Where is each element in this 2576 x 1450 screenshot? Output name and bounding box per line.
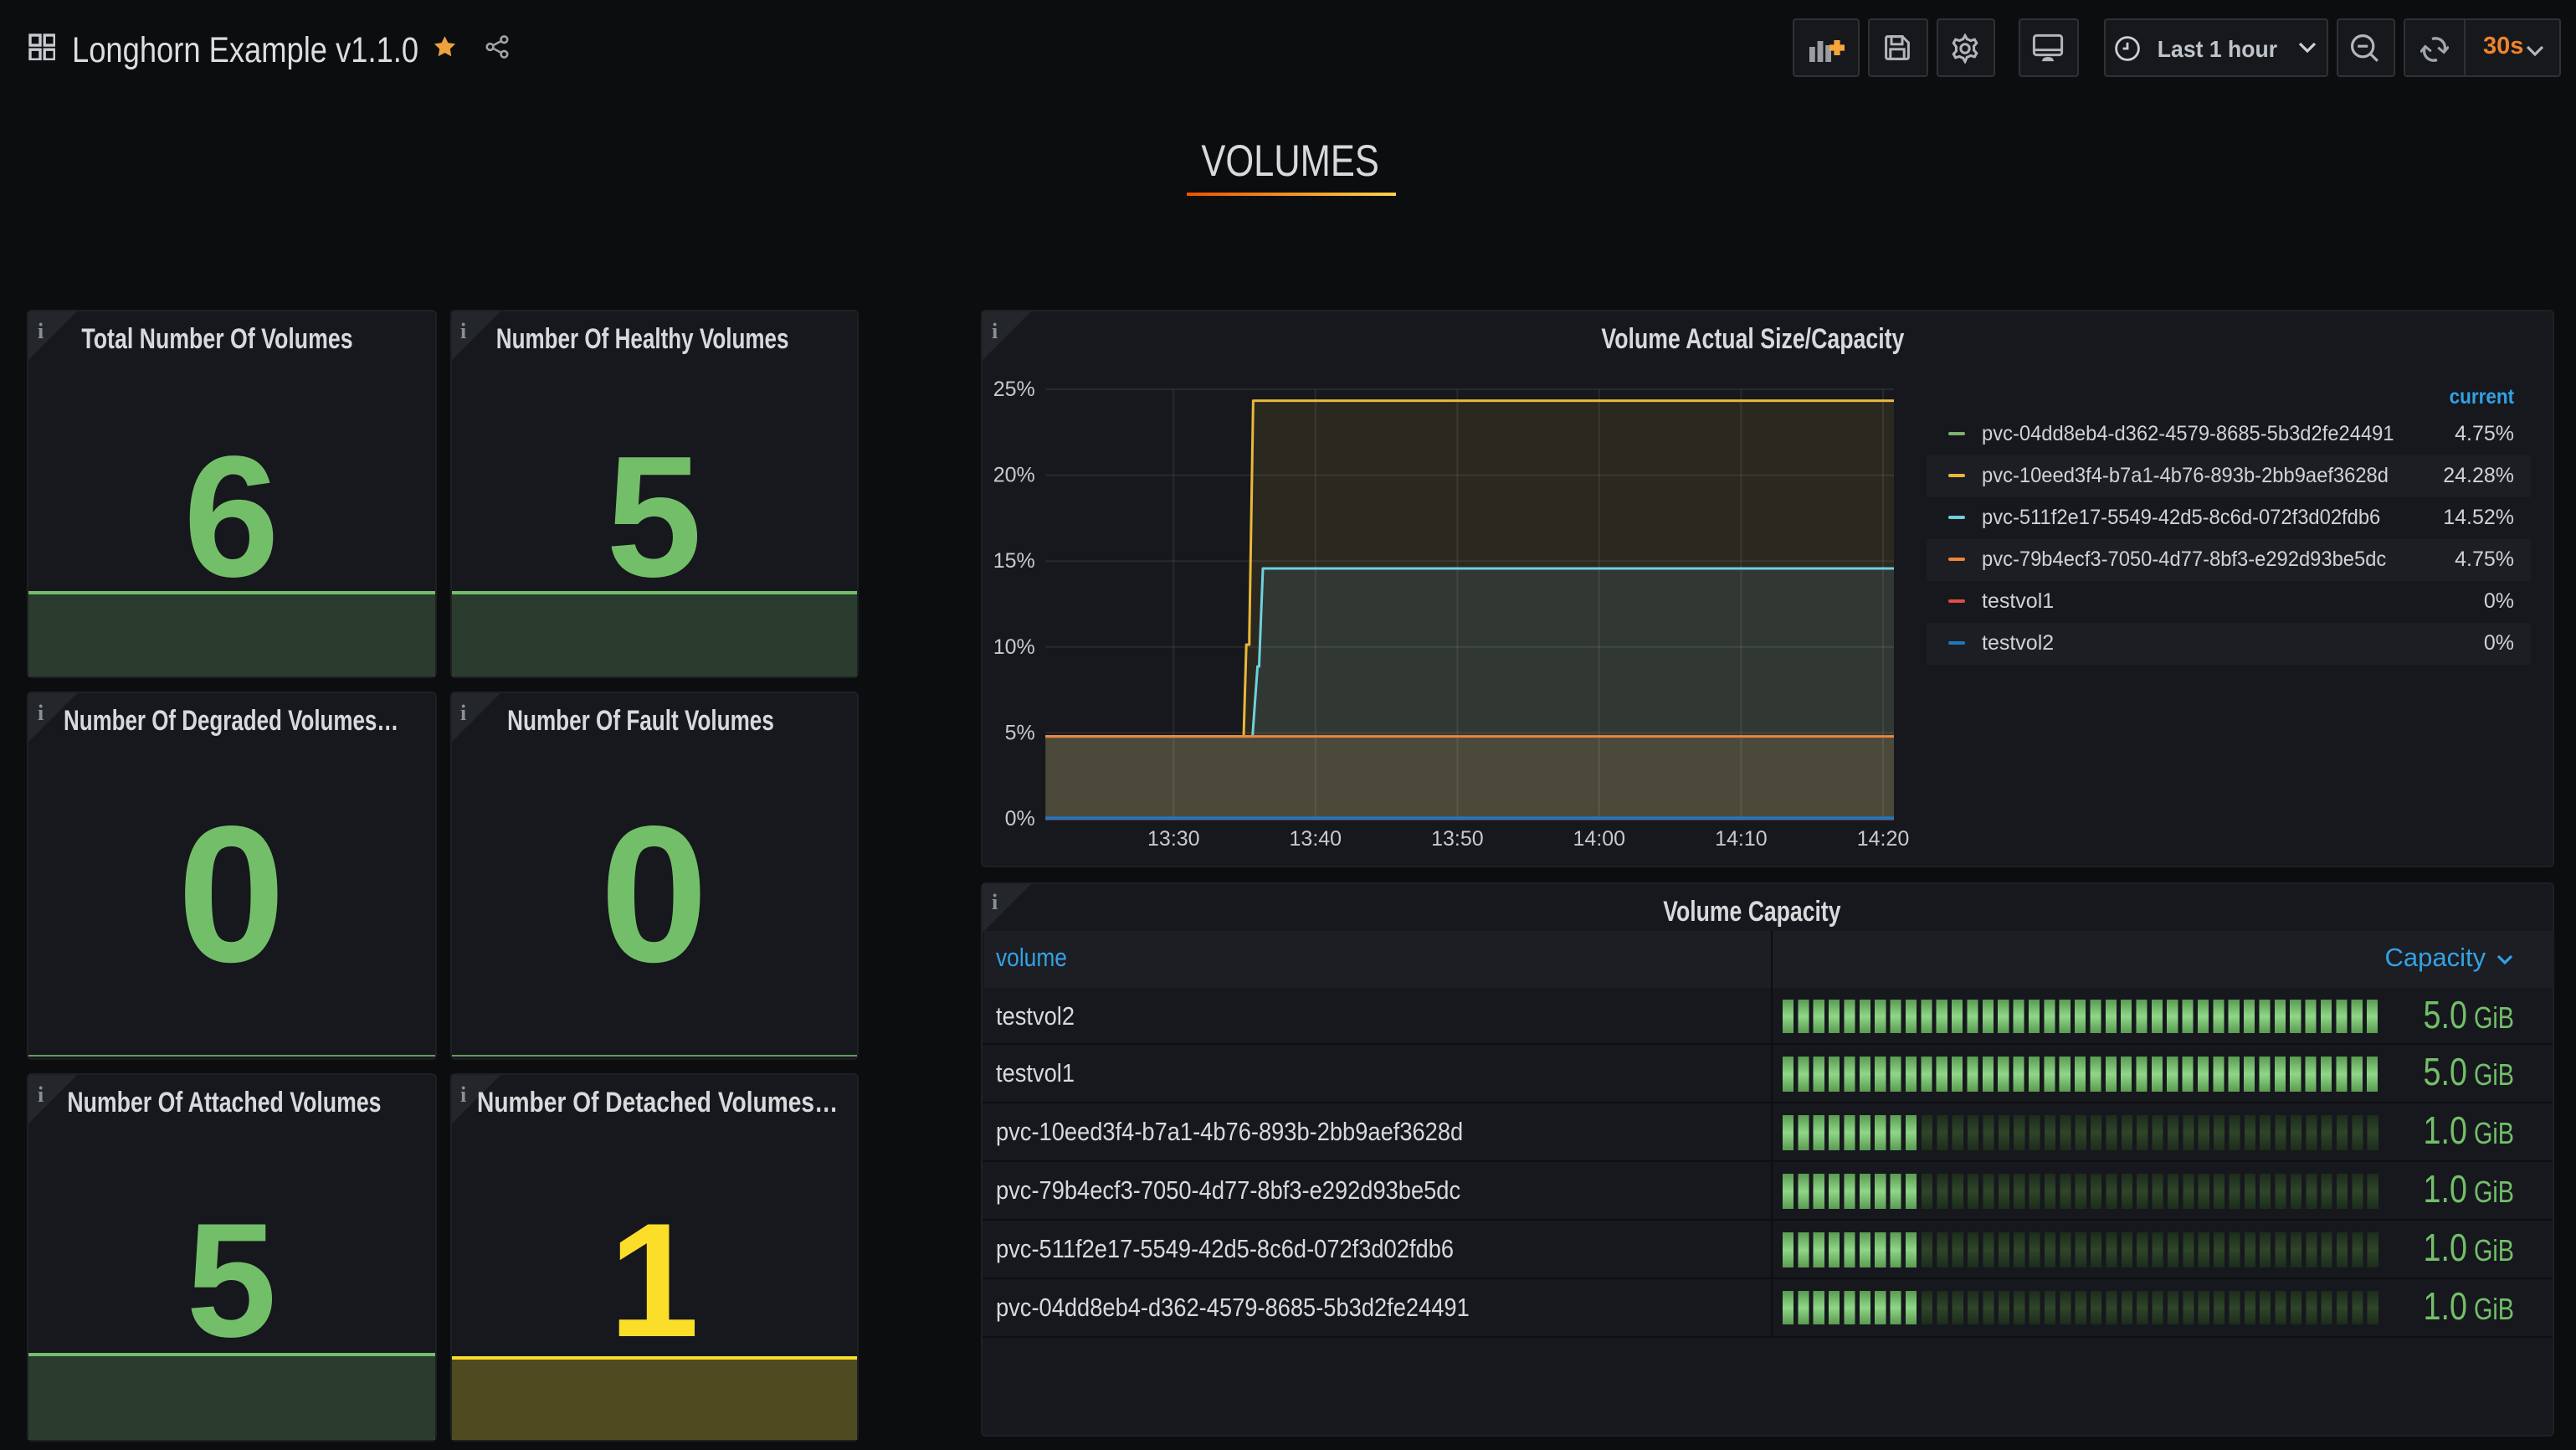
svg-text:14:20: 14:20	[1857, 827, 1910, 851]
svg-text:25%: 25%	[993, 378, 1035, 401]
svg-text:10%: 10%	[993, 635, 1035, 659]
svg-text:14:00: 14:00	[1573, 827, 1626, 851]
svg-text:14:10: 14:10	[1715, 827, 1768, 851]
svg-text:5%: 5%	[1005, 721, 1035, 744]
svg-text:0%: 0%	[1005, 807, 1035, 830]
svg-text:13:50: 13:50	[1431, 827, 1484, 851]
svg-text:20%: 20%	[993, 464, 1035, 487]
svg-text:13:30: 13:30	[1147, 827, 1200, 851]
svg-text:15%: 15%	[993, 549, 1035, 573]
svg-text:13:40: 13:40	[1290, 827, 1342, 851]
